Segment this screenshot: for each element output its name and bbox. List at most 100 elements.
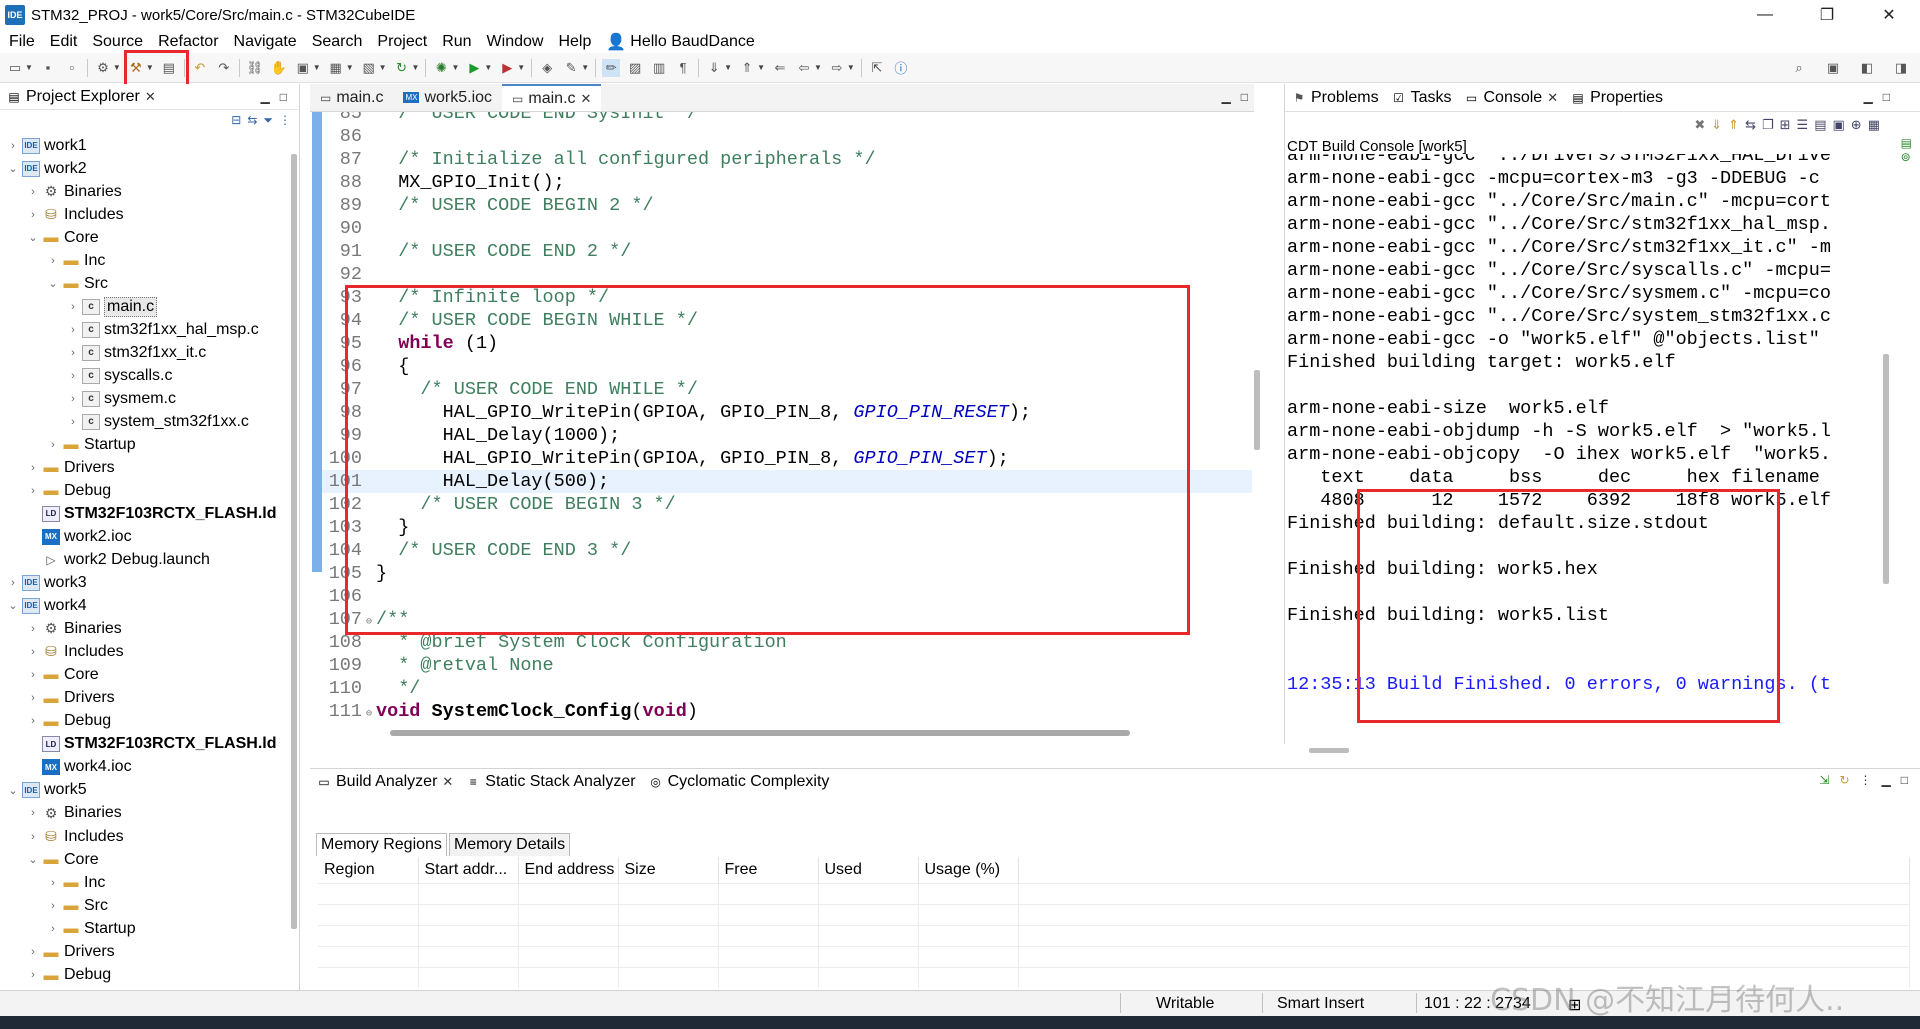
code-line[interactable]: 99 HAL_Delay(1000); — [322, 424, 1252, 447]
tree-expander-icon[interactable]: › — [26, 807, 40, 819]
back-icon[interactable]: ⇦ — [795, 59, 813, 77]
tree-item[interactable]: › ⚙ Binaries — [0, 180, 288, 203]
code-line[interactable]: 98 HAL_GPIO_WritePin(GPIOA, GPIO_PIN_8, … — [322, 401, 1252, 424]
open-perspective-icon[interactable]: ▣ — [1824, 59, 1842, 77]
code-line[interactable]: 85 /* USER CODE END SysInit */ — [322, 112, 1252, 125]
next-annotation-dropdown-icon[interactable]: ▼ — [724, 63, 732, 72]
tree-item[interactable]: › ▬ Startup — [0, 433, 288, 456]
column-usage[interactable]: Usage (%) — [918, 857, 1019, 883]
tree-item[interactable]: › IDE work3 — [0, 571, 288, 594]
minimize-view-icon[interactable]: ▁ — [261, 90, 270, 104]
tree-expander-icon[interactable]: › — [6, 140, 20, 152]
tree-expander-icon[interactable]: › — [26, 831, 40, 843]
tree-item[interactable]: › c sysmem.c — [0, 387, 288, 410]
tree-item[interactable]: › ⚙ Binaries — [0, 617, 288, 640]
minimize-view-icon[interactable]: ▁ — [1882, 773, 1891, 787]
code-line[interactable]: 100 HAL_GPIO_WritePin(GPIOA, GPIO_PIN_8,… — [322, 447, 1252, 470]
block-select-icon[interactable]: ▥ — [650, 59, 668, 77]
tree-expander-icon[interactable]: › — [6, 577, 20, 589]
tree-expander-icon[interactable]: › — [46, 439, 60, 451]
code-line[interactable]: 93 /* Infinite loop */ — [322, 286, 1252, 309]
user-menu[interactable]: 👤 Hello BaudDance — [606, 32, 754, 52]
tree-expander-icon[interactable]: › — [66, 324, 80, 336]
search-tool-icon[interactable]: ✎ — [562, 59, 580, 77]
debug-icon[interactable]: ✺ — [432, 59, 450, 77]
code-line[interactable]: 94 /* USER CODE BEGIN WHILE */ — [322, 309, 1252, 332]
tree-expander-icon[interactable]: › — [26, 715, 40, 727]
tree-expander-icon[interactable]: › — [66, 347, 80, 359]
maximize-view-icon[interactable]: □ — [1901, 773, 1908, 787]
menu-file[interactable]: File — [9, 33, 35, 51]
tree-item[interactable]: › ▬ Drivers — [0, 686, 288, 709]
tree-item[interactable]: › ▬ Drivers — [0, 456, 288, 479]
code-line[interactable]: 88 MX_GPIO_Init(); — [322, 171, 1252, 194]
tree-expander-icon[interactable]: › — [26, 485, 40, 497]
tree-item[interactable]: › ⛁ Includes — [0, 825, 288, 848]
refresh-dropdown-icon[interactable]: ▼ — [412, 63, 420, 72]
console-vertical-scrollbar[interactable] — [1883, 354, 1889, 584]
link-icon[interactable]: ⛓ — [246, 59, 264, 77]
editor-tab-work5-ioc[interactable]: MX work5.ioc — [393, 84, 502, 111]
open-console-icon[interactable]: ⊕ — [1851, 117, 1862, 133]
maximize-view-icon[interactable]: □ — [280, 90, 287, 104]
tree-item[interactable]: › ⛁ Includes — [0, 640, 288, 663]
save-icon[interactable]: ▪ — [39, 59, 57, 77]
close-icon[interactable]: ✕ — [442, 774, 453, 790]
tree-item[interactable]: › ▬ Startup — [0, 917, 288, 940]
tree-expander-icon[interactable]: › — [66, 301, 80, 313]
configurations-dropdown-icon[interactable]: ▼ — [113, 63, 121, 72]
menu-source[interactable]: Source — [92, 33, 143, 51]
menu-navigate[interactable]: Navigate — [234, 33, 297, 51]
tree-item[interactable]: › ▬ Core — [0, 663, 288, 686]
run-icon[interactable]: ▶ — [465, 59, 483, 77]
tab-memory-regions[interactable]: Memory Regions — [316, 833, 447, 856]
column-end-address[interactable]: End address — [518, 857, 619, 883]
new-icon[interactable]: ▭ — [6, 59, 24, 77]
column-region[interactable]: Region — [318, 857, 419, 883]
minimize-view-icon[interactable]: ▁ — [1864, 90, 1873, 104]
code-line[interactable]: 87 /* Initialize all configured peripher… — [322, 148, 1252, 171]
refresh-icon[interactable]: ↻ — [1839, 773, 1849, 787]
view-menu-icon[interactable]: ⋮ — [279, 113, 291, 127]
run-dropdown-icon[interactable]: ▼ — [484, 63, 492, 72]
code-line[interactable]: 92 — [322, 263, 1252, 286]
menu-edit[interactable]: Edit — [50, 33, 78, 51]
maximize-view-icon[interactable]: □ — [1883, 90, 1890, 104]
tree-expander-icon[interactable]: › — [26, 186, 40, 198]
debug-perspective-icon[interactable]: ◨ — [1892, 59, 1910, 77]
editor-horizontal-scrollbar[interactable] — [390, 730, 1130, 736]
code-line[interactable]: 109 * @retval None — [322, 654, 1252, 677]
tree-item[interactable]: › ⛁ Includes — [0, 203, 288, 226]
minimize-button[interactable]: — — [1734, 0, 1796, 30]
tree-item[interactable]: › ⚙ Binaries — [0, 802, 288, 825]
class-dropdown-icon[interactable]: ▼ — [379, 63, 387, 72]
search-tool-dropdown-icon[interactable]: ▼ — [581, 63, 589, 72]
console-horizontal-scrollbar[interactable] — [1309, 748, 1349, 753]
tree-item[interactable]: › c main.c — [0, 295, 288, 318]
outline-icon[interactable]: ▤ — [1901, 136, 1912, 150]
tree-expander-icon[interactable]: › — [66, 393, 80, 405]
code-line[interactable]: 104 /* USER CODE END 3 */ — [322, 539, 1252, 562]
tree-item[interactable]: › ▬ Debug — [0, 710, 288, 733]
pin-icon[interactable]: ⊞ — [1780, 117, 1791, 133]
open-type-icon[interactable]: ◈ — [538, 59, 556, 77]
folder-open-icon[interactable]: ▦ — [327, 59, 345, 77]
tree-item[interactable]: ▷ work2 Debug.launch — [0, 548, 288, 571]
tab-project-explorer[interactable]: ▤ Project Explorer ✕ — [0, 85, 162, 109]
code-line[interactable]: 95 while (1) — [322, 332, 1252, 355]
editor-tab-main-c-active[interactable]: ▭ main.c ✕ — [502, 84, 602, 111]
scroll-lock-down-icon[interactable]: ⇓ — [1711, 117, 1722, 133]
refresh-icon[interactable]: ↻ — [393, 59, 411, 77]
close-window-button[interactable]: ✕ — [1858, 0, 1920, 30]
tree-expander-icon[interactable]: › — [26, 946, 40, 958]
tree-expander-icon[interactable]: › — [46, 923, 60, 935]
tree-item[interactable]: › c stm32f1xx_hal_msp.c — [0, 318, 288, 341]
new-console-icon[interactable]: ▦ — [1868, 117, 1880, 133]
menu-run[interactable]: Run — [442, 33, 471, 51]
tab-console[interactable]: ▭ Console ✕ — [1457, 85, 1565, 110]
maximize-view-icon[interactable]: □ — [1241, 90, 1248, 104]
pin-editor-icon[interactable]: ⇱ — [868, 59, 886, 77]
close-icon[interactable]: ✕ — [1547, 90, 1558, 106]
column-used[interactable]: Used — [818, 857, 919, 883]
tree-item[interactable]: › ▬ Inc — [0, 871, 288, 894]
